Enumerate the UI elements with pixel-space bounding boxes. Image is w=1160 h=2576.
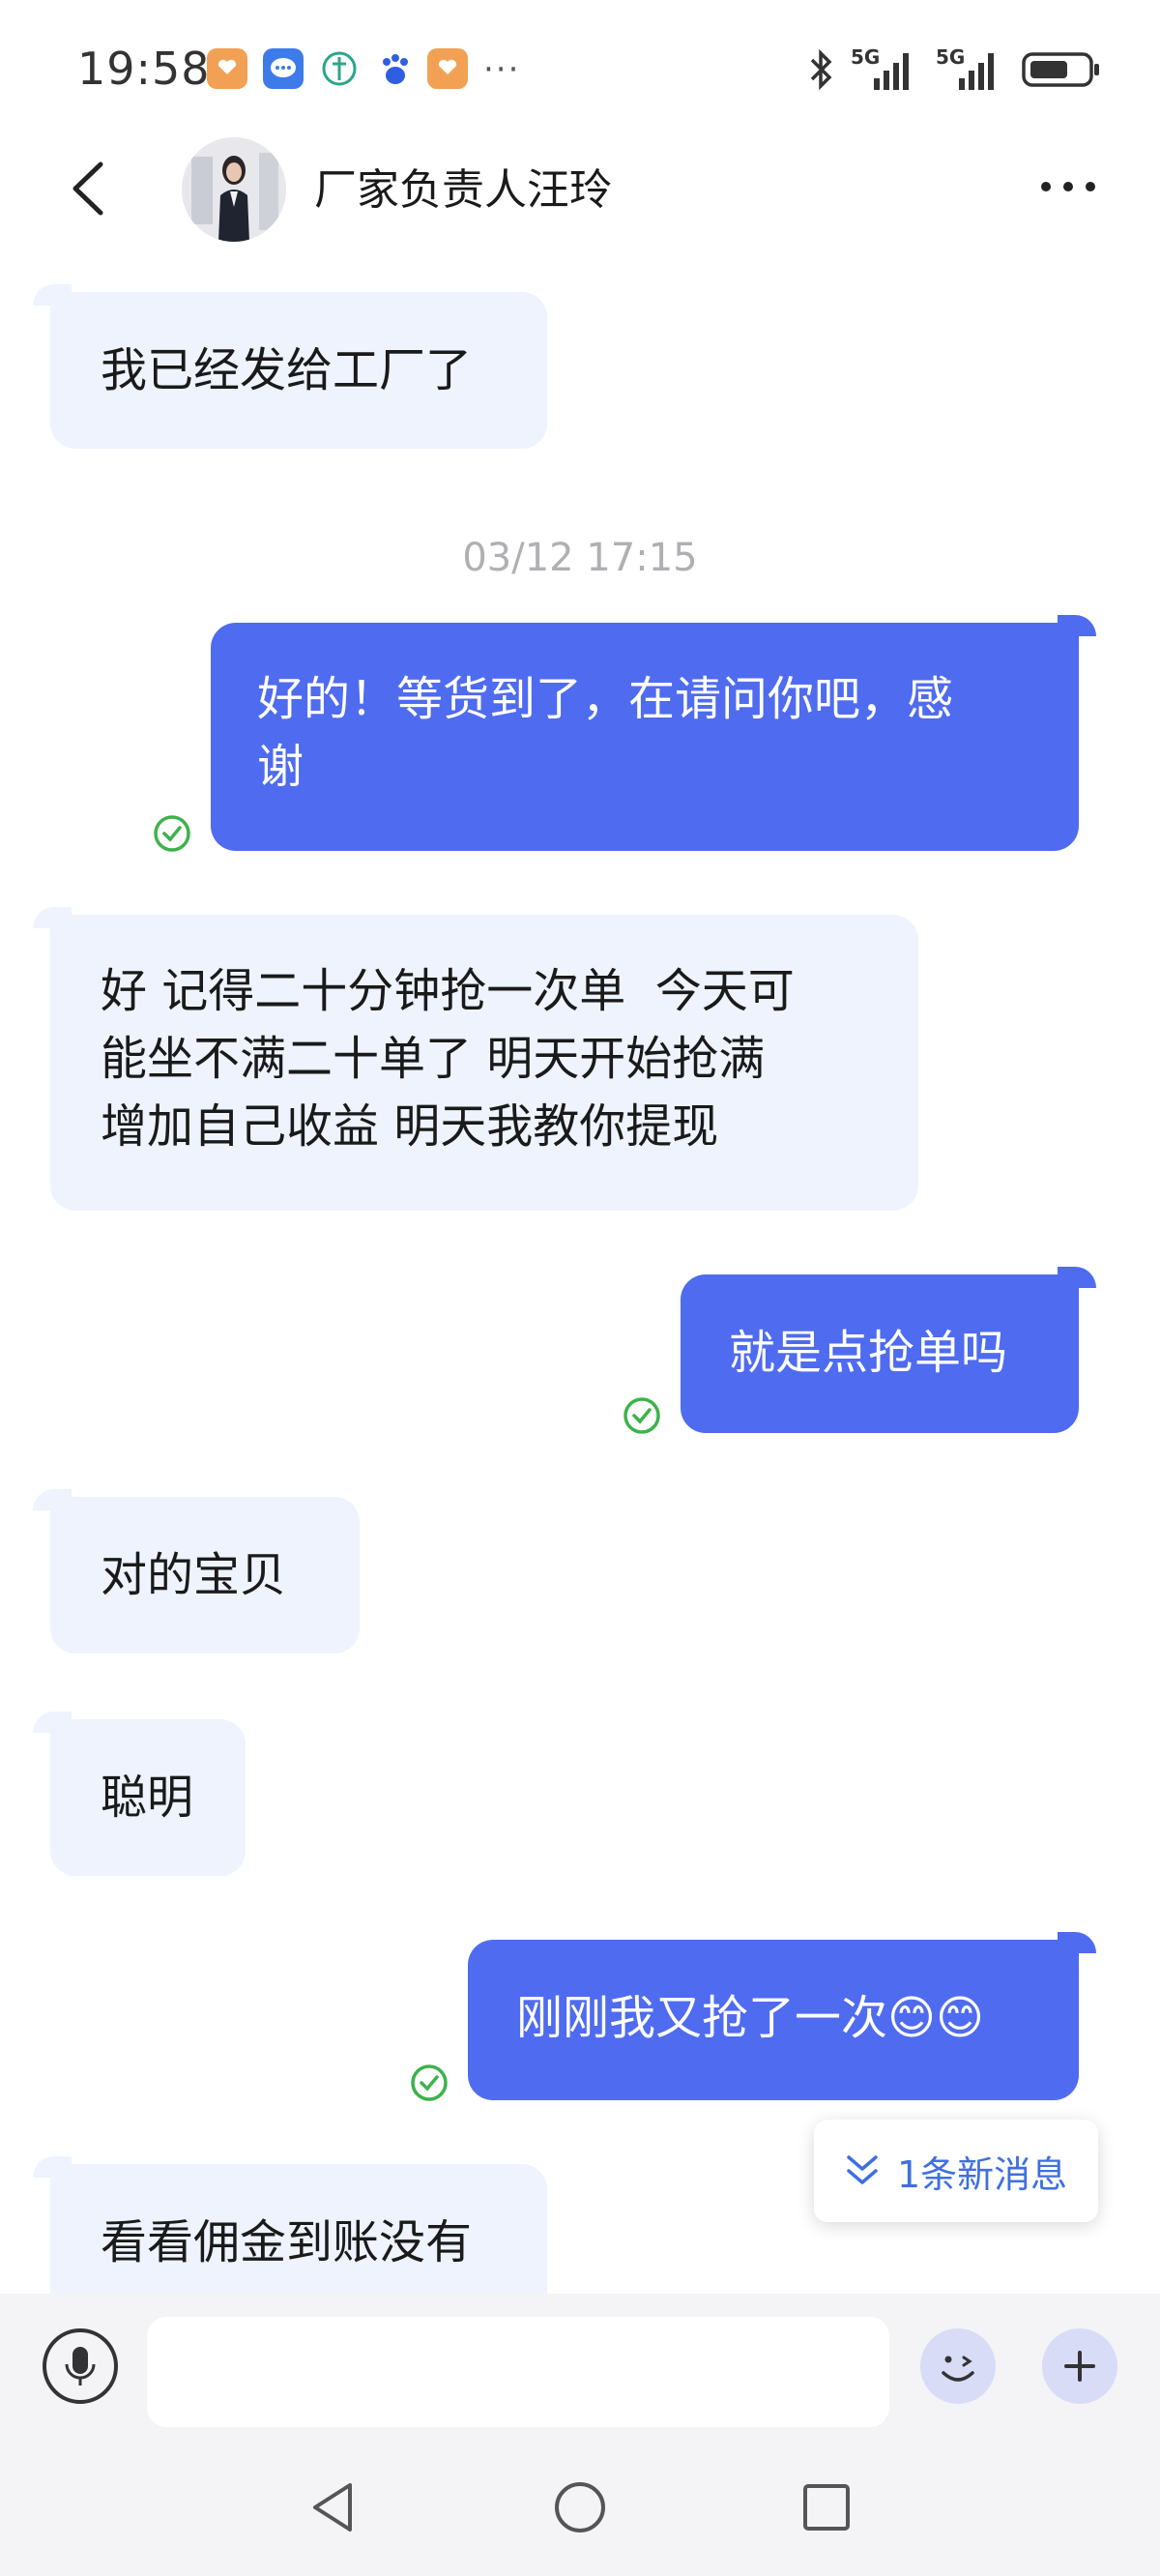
health-app-icon (427, 48, 468, 89)
message-input[interactable] (147, 2317, 889, 2427)
message-text-line: 谢 (257, 740, 304, 794)
emoji-button[interactable] (920, 2328, 996, 2404)
back-button[interactable] (58, 155, 126, 222)
status-time: 19:58 (77, 43, 211, 95)
message-text-line: 能坐不满二十单了 明天开始抢满 (101, 1032, 766, 1086)
circle-home-icon (555, 2482, 605, 2532)
status-bar: 19:58 ··· 5G 5G (0, 0, 1160, 135)
nav-home-button[interactable] (546, 2474, 614, 2541)
read-check-icon (154, 815, 190, 852)
more-horizontal-icon (1041, 182, 1095, 191)
more-options-button[interactable] (1034, 162, 1102, 211)
chat-header: 厂家负责人汪玲 (0, 126, 1160, 251)
read-check-icon (411, 2064, 448, 2101)
incoming-message[interactable]: 我已经发给工厂了 (33, 284, 547, 449)
outgoing-message[interactable]: 就是点抢单吗 (681, 1267, 1096, 1433)
double-chevron-down-icon (847, 2155, 878, 2184)
new-message-label: 1条新消息 (897, 2152, 1068, 2196)
nav-recents-button[interactable] (793, 2474, 860, 2541)
message-list[interactable]: 我已经发给工厂了 03/12 17:15 好的！等货到了，在请问你吧，感 谢 好… (0, 251, 1160, 2294)
message-text: 就是点抢单吗 (729, 1326, 1008, 1380)
incoming-message[interactable]: 聪明 (33, 1712, 246, 1876)
nav-back-button[interactable] (300, 2474, 367, 2541)
incoming-message[interactable]: 好 记得二十分钟抢一次单 今天可 能坐不满二十单了 明天开始抢满 增加自己收益 … (33, 907, 918, 1211)
voice-input-button[interactable] (43, 2328, 118, 2404)
triangle-back-icon (313, 2483, 352, 2532)
message-text-line: 好 记得二十分钟抢一次单 今天可 (101, 964, 795, 1018)
contact-avatar[interactable] (182, 137, 286, 242)
message-app-icon (263, 48, 304, 89)
chevron-left-icon (72, 161, 103, 216)
signal-5g-icon: 5G (936, 45, 1005, 94)
input-bar (0, 2294, 1160, 2439)
smiley-wink-icon (942, 2356, 974, 2382)
plus-icon (1064, 2351, 1095, 2382)
status-right: 5G 5G (806, 43, 1102, 97)
outgoing-message[interactable]: 刚刚我又抢了一次😊😊 (468, 1932, 1096, 2100)
message-timestamp: 03/12 17:15 (462, 536, 698, 580)
square-recents-icon (803, 2484, 850, 2531)
health-app-icon (207, 48, 247, 89)
message-text: 对的宝贝 (101, 1548, 287, 1602)
outgoing-message[interactable]: 好的！等货到了，在请问你吧，感 谢 (211, 615, 1096, 851)
message-text: 聪明 (101, 1771, 194, 1825)
more-actions-button[interactable] (1042, 2328, 1117, 2404)
message-text-line: 增加自己收益 明天我教你提现 (101, 1099, 719, 1154)
contact-name[interactable]: 厂家负责人汪玲 (314, 155, 612, 217)
message-text: 刚刚我又抢了一次😊😊 (516, 1991, 985, 2045)
baidu-app-icon (375, 48, 416, 89)
message-text: 我已经发给工厂了 (101, 343, 473, 397)
bluetooth-icon (810, 48, 832, 91)
battery-icon (1022, 52, 1099, 87)
system-nav-bar (0, 2439, 1160, 2576)
more-notifications-icon: ··· (483, 50, 521, 89)
incoming-message[interactable]: 看看佣金到账没有 (33, 2156, 547, 2294)
message-text: 看看佣金到账没有 (101, 2215, 473, 2269)
signal-5g-icon: 5G (851, 45, 920, 94)
incoming-message[interactable]: 对的宝贝 (33, 1489, 360, 1654)
microphone-icon (65, 2347, 96, 2386)
message-text-line: 好的！等货到了，在请问你吧，感 (257, 672, 954, 726)
new-message-indicator[interactable]: 1条新消息 (814, 2120, 1098, 2222)
read-check-icon (624, 1397, 660, 1434)
grid-app-icon (319, 48, 360, 89)
